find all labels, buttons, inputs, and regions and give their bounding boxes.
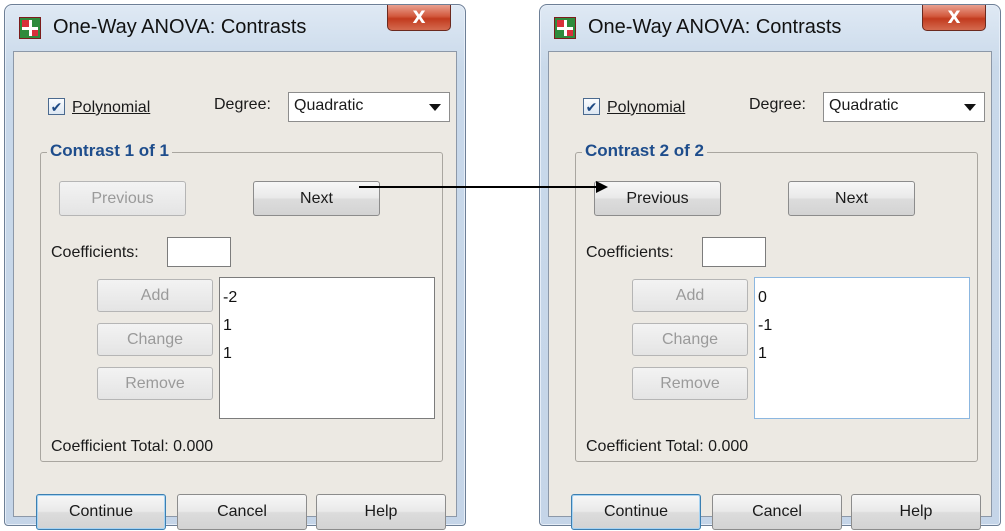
degree-label: Degree: bbox=[749, 96, 806, 113]
list-item[interactable]: -1 bbox=[758, 312, 969, 340]
degree-value: Quadratic bbox=[294, 97, 364, 114]
polynomial-label[interactable]: Polynomial bbox=[72, 99, 150, 117]
coefficients-input[interactable] bbox=[702, 237, 766, 267]
spss-app-icon bbox=[19, 17, 41, 39]
contrast-group: Contrast 1 of 1 Previous Next Coefficien… bbox=[40, 141, 443, 462]
checkmark-icon: ✔ bbox=[585, 98, 598, 115]
dialog-title: One-Way ANOVA: Contrasts bbox=[53, 16, 307, 38]
next-button[interactable]: Next bbox=[788, 181, 915, 216]
contrasts-dialog-1: One-Way ANOVA: Contrasts X ✔ Polynomial … bbox=[4, 4, 466, 530]
title-bar[interactable]: One-Way ANOVA: Contrasts X bbox=[5, 5, 465, 49]
coefficient-total: Coefficient Total: 0.000 bbox=[586, 438, 749, 455]
chevron-down-icon bbox=[964, 104, 976, 111]
add-button[interactable]: Add bbox=[632, 279, 748, 312]
coefficients-input[interactable] bbox=[167, 237, 231, 267]
polynomial-row: ✔ Polynomial Degree: Quadratic bbox=[48, 92, 450, 122]
chevron-down-icon bbox=[429, 104, 441, 111]
remove-button[interactable]: Remove bbox=[97, 367, 213, 400]
remove-button[interactable]: Remove bbox=[632, 367, 748, 400]
dialog-body: ✔ Polynomial Degree: Quadratic Contrast … bbox=[13, 51, 457, 530]
spss-app-icon bbox=[554, 17, 576, 39]
cancel-button[interactable]: Cancel bbox=[177, 494, 307, 530]
coefficient-list[interactable]: -2 1 1 bbox=[219, 277, 435, 419]
dialog-body: ✔ Polynomial Degree: Quadratic Contrast … bbox=[548, 51, 992, 530]
contrasts-dialog-2: One-Way ANOVA: Contrasts X ✔ Polynomial … bbox=[539, 4, 1001, 530]
arrow-head-icon bbox=[596, 181, 608, 193]
title-bar[interactable]: One-Way ANOVA: Contrasts X bbox=[540, 5, 1000, 49]
polynomial-row: ✔ Polynomial Degree: Quadratic bbox=[583, 92, 985, 122]
degree-select[interactable]: Quadratic bbox=[823, 92, 985, 122]
coefficients-label: Coefficients: bbox=[51, 244, 139, 261]
coefficients-label: Coefficients: bbox=[586, 244, 674, 261]
close-icon: X bbox=[412, 7, 426, 28]
continue-button[interactable]: Continue bbox=[36, 494, 166, 530]
close-button[interactable]: X bbox=[387, 5, 451, 31]
arrow-right-icon bbox=[359, 186, 597, 188]
list-item[interactable]: 1 bbox=[223, 312, 434, 340]
degree-value: Quadratic bbox=[829, 97, 899, 114]
list-item[interactable]: 0 bbox=[758, 284, 969, 312]
cancel-button[interactable]: Cancel bbox=[712, 494, 842, 530]
polynomial-checkbox[interactable]: ✔ bbox=[583, 98, 600, 115]
help-button[interactable]: Help bbox=[851, 494, 981, 530]
close-icon: X bbox=[947, 7, 961, 28]
change-button[interactable]: Change bbox=[97, 323, 213, 356]
contrast-group-title: Contrast 2 of 2 bbox=[582, 141, 708, 161]
polynomial-checkbox[interactable]: ✔ bbox=[48, 98, 65, 115]
help-button[interactable]: Help bbox=[316, 494, 446, 530]
polynomial-label[interactable]: Polynomial bbox=[607, 99, 685, 117]
list-item[interactable]: -2 bbox=[223, 284, 434, 312]
contrast-group: Contrast 2 of 2 Previous Next Coefficien… bbox=[575, 141, 978, 462]
dialog-title: One-Way ANOVA: Contrasts bbox=[588, 16, 842, 38]
coefficient-list[interactable]: 0 -1 1 bbox=[754, 277, 970, 419]
previous-button[interactable]: Previous bbox=[59, 181, 186, 216]
checkmark-icon: ✔ bbox=[50, 98, 63, 115]
degree-label: Degree: bbox=[214, 96, 271, 113]
close-button[interactable]: X bbox=[922, 5, 986, 31]
continue-button[interactable]: Continue bbox=[571, 494, 701, 530]
coefficient-total: Coefficient Total: 0.000 bbox=[51, 438, 214, 455]
previous-button[interactable]: Previous bbox=[594, 181, 721, 216]
list-item[interactable]: 1 bbox=[758, 340, 969, 368]
contrast-group-title: Contrast 1 of 1 bbox=[47, 141, 173, 161]
degree-select[interactable]: Quadratic bbox=[288, 92, 450, 122]
change-button[interactable]: Change bbox=[632, 323, 748, 356]
add-button[interactable]: Add bbox=[97, 279, 213, 312]
list-item[interactable]: 1 bbox=[223, 340, 434, 368]
